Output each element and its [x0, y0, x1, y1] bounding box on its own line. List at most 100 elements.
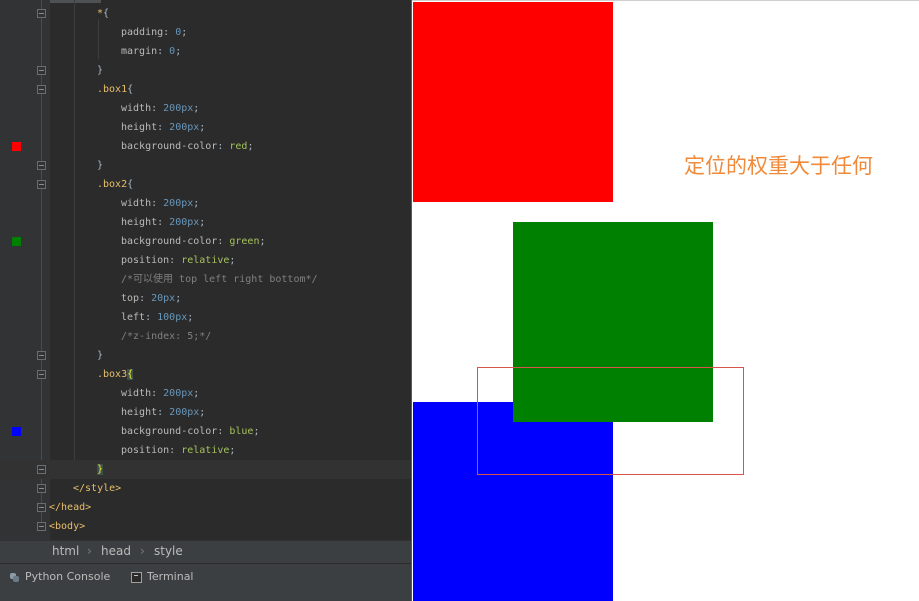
breadcrumb-item-style[interactable]: style	[154, 544, 183, 558]
code-line[interactable]: height: 200px;	[0, 403, 411, 422]
code-token: {	[127, 179, 134, 190]
code-text: left: 100px;	[121, 308, 193, 327]
code-token: top	[121, 293, 140, 304]
code-token: 200px	[163, 103, 194, 114]
code-text: background-color: green;	[121, 232, 266, 251]
code-line[interactable]: }	[0, 346, 411, 365]
code-token: ;	[247, 141, 254, 152]
code-token: ;	[229, 445, 236, 456]
code-line[interactable]: position: relative;	[0, 441, 411, 460]
code-token: background-color	[121, 141, 218, 152]
code-line[interactable]: }	[0, 61, 411, 80]
code-line[interactable]: background-color: blue;	[0, 422, 411, 441]
code-token: background-color	[121, 236, 218, 247]
code-editor[interactable]: *{padding: 0; margin: 0;} .box1{width: 200…	[0, 0, 411, 601]
code-line[interactable]: .box2{	[0, 175, 411, 194]
code-line[interactable]: width: 200px;	[0, 194, 411, 213]
fold-toggle-icon[interactable]	[37, 9, 46, 18]
code-token: relative	[181, 255, 230, 266]
code-line[interactable]: width: 200px;	[0, 384, 411, 403]
code-text: .box3{	[97, 365, 134, 384]
code-text: height: 200px;	[121, 403, 205, 422]
code-token: :	[217, 141, 230, 152]
code-text: }	[97, 61, 103, 80]
code-token: ;	[193, 103, 200, 114]
code-line[interactable]: </head>	[0, 498, 411, 517]
code-token: ;	[193, 198, 200, 209]
fold-toggle-icon[interactable]	[37, 370, 46, 379]
code-line[interactable]: background-color: green;	[0, 232, 411, 251]
code-line[interactable]: </style>	[0, 479, 411, 498]
code-token: red	[229, 141, 248, 152]
code-token: ;	[199, 122, 206, 133]
fold-toggle-icon[interactable]	[37, 465, 46, 474]
code-line[interactable]: /*z-index: 5;*/	[0, 327, 411, 346]
code-token: </head>	[49, 502, 92, 513]
code-line[interactable]: left: 100px;	[0, 308, 411, 327]
preview-top-border	[412, 0, 919, 1]
breadcrumb-item-html[interactable]: html	[52, 544, 79, 558]
code-text: /*可以使用 top left right bottom*/	[121, 270, 318, 289]
terminal-button[interactable]: Terminal	[131, 569, 194, 585]
box1-red	[413, 2, 613, 202]
code-line[interactable]: }	[0, 156, 411, 175]
code-token: .box1	[97, 84, 128, 95]
code-token: .box2	[97, 179, 128, 190]
code-token: 200px	[169, 122, 200, 133]
code-text: padding: 0;	[121, 23, 187, 42]
color-swatch-icon[interactable]	[12, 237, 21, 246]
code-token: :	[169, 445, 182, 456]
fold-toggle-icon[interactable]	[37, 503, 46, 512]
code-token: ;	[175, 293, 182, 304]
fold-toggle-icon[interactable]	[37, 66, 46, 75]
code-line[interactable]: .box1{	[0, 80, 411, 99]
code-text: background-color: blue;	[121, 422, 260, 441]
code-token: 20px	[151, 293, 176, 304]
code-line[interactable]: /*可以使用 top left right bottom*/	[0, 270, 411, 289]
code-line[interactable]: height: 200px;	[0, 118, 411, 137]
code-token: height	[121, 122, 158, 133]
code-line[interactable]: top: 20px;	[0, 289, 411, 308]
fold-toggle-icon[interactable]	[37, 85, 46, 94]
code-token: :	[169, 255, 182, 266]
code-token: }	[97, 464, 104, 475]
code-token: .box3	[97, 369, 128, 380]
fold-toggle-icon[interactable]	[37, 180, 46, 189]
code-line[interactable]: .box3{	[0, 365, 411, 384]
fold-toggle-icon[interactable]	[37, 161, 46, 170]
code-text: </head>	[49, 498, 91, 517]
code-line[interactable]: background-color: red;	[0, 137, 411, 156]
code-token: /*z-index: 5;*/	[121, 331, 212, 342]
fold-toggle-icon[interactable]	[37, 484, 46, 493]
code-token: :	[157, 217, 170, 228]
code-token: margin	[121, 46, 158, 57]
breadcrumb-item-head[interactable]: head	[101, 544, 131, 558]
code-token: 200px	[169, 407, 200, 418]
terminal-icon	[131, 571, 142, 583]
code-token: :	[157, 407, 170, 418]
code-line[interactable]: width: 200px;	[0, 99, 411, 118]
code-text: width: 200px;	[121, 99, 199, 118]
code-line[interactable]: padding: 0;	[0, 23, 411, 42]
code-token: :	[151, 388, 164, 399]
fold-toggle-icon[interactable]	[37, 522, 46, 531]
code-token: ;	[199, 407, 206, 418]
code-line[interactable]: margin: 0;	[0, 42, 411, 61]
code-line[interactable]: *{	[0, 4, 411, 23]
code-line[interactable]: height: 200px;	[0, 213, 411, 232]
code-token: <body>	[49, 521, 86, 532]
tool-window-bar: Python Console Terminal	[0, 563, 411, 601]
code-token: ;	[187, 312, 194, 323]
breadcrumb-separator-icon: ›	[87, 544, 92, 558]
code-token: 200px	[169, 217, 200, 228]
code-text: </style>	[73, 479, 121, 498]
python-console-button[interactable]: Python Console	[9, 569, 110, 585]
color-swatch-icon[interactable]	[12, 427, 21, 436]
code-line[interactable]: position: relative;	[0, 251, 411, 270]
code-line[interactable]: }	[0, 460, 411, 479]
python-console-icon	[9, 572, 20, 583]
fold-toggle-icon[interactable]	[37, 351, 46, 360]
code-token: {	[127, 84, 134, 95]
color-swatch-icon[interactable]	[12, 142, 21, 151]
code-line[interactable]: <body>	[0, 517, 411, 536]
